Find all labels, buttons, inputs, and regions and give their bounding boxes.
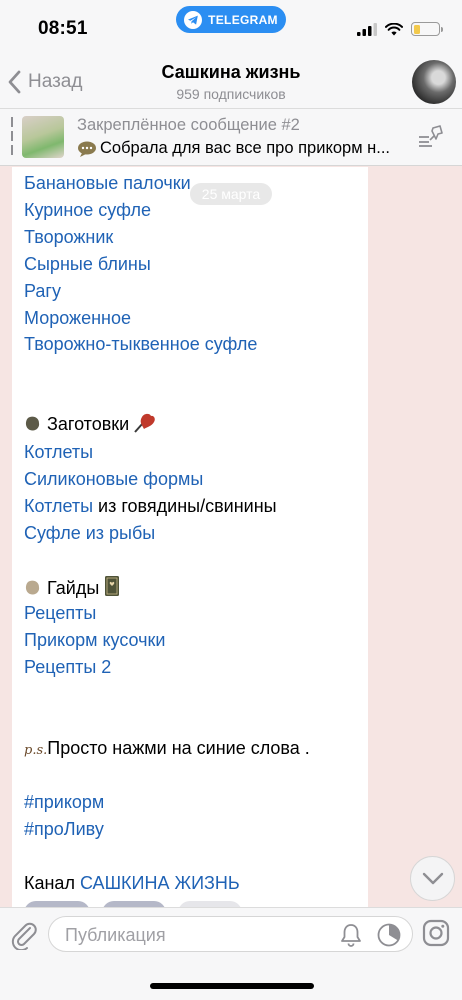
channel-avatar[interactable]	[412, 60, 456, 104]
pin-list-icon[interactable]	[418, 125, 444, 147]
channel-link[interactable]: САШКИНА ЖИЗНЬ	[80, 873, 240, 893]
pinned-indicator	[11, 117, 13, 159]
pinned-title: Закреплённое сообщение #2	[77, 116, 300, 134]
link-recipe[interactable]: Банановые палочки	[24, 172, 191, 194]
section-preps-heading: Заготовки	[24, 413, 156, 435]
status-time: 08:51	[38, 18, 88, 39]
bell-icon[interactable]	[340, 923, 362, 947]
instagram-icon[interactable]	[422, 919, 450, 947]
ps-mark: p.s.	[24, 743, 48, 758]
nav-header: Назад Сашкина жизнь 959 подписчиков	[0, 58, 462, 108]
speech-bubble-icon	[78, 141, 96, 157]
message-input-field[interactable]	[48, 916, 413, 952]
book-icon	[105, 576, 120, 596]
section-guides-label: Гайды	[47, 578, 100, 598]
status-bar: 08:51 TELEGRAM	[0, 0, 462, 58]
status-icons	[357, 20, 443, 38]
link-recipe[interactable]: Куриное суфле	[24, 199, 151, 221]
hashtag-link[interactable]: #прикорм	[24, 791, 104, 813]
blob-icon	[25, 580, 40, 595]
channel-line: Канал САШКИНА ЖИЗНЬ	[24, 872, 240, 894]
pinned-thumbnail	[22, 116, 64, 158]
ps-text: Просто нажми на синие слова .	[47, 738, 310, 758]
subscriber-count: 959 подписчиков	[176, 86, 286, 102]
link-prep[interactable]: Силиконовые формы	[24, 468, 203, 490]
ps-line: p.s.Просто нажми на синие слова .	[24, 737, 310, 762]
battery-icon	[411, 22, 443, 36]
home-indicator	[150, 983, 314, 989]
telegram-icon	[184, 10, 203, 29]
blob-icon	[25, 416, 40, 431]
link-recipe[interactable]: Рагу	[24, 280, 61, 302]
paperclip-icon[interactable]	[10, 918, 38, 950]
link-prep[interactable]: Суфле из рыбы	[24, 522, 155, 544]
section-preps-label: Заготовки	[47, 414, 130, 434]
telegram-pill[interactable]: TELEGRAM	[176, 6, 286, 33]
message-bubble: Банановые палочки Куриное суфле Творожни…	[12, 167, 368, 907]
timer-icon[interactable]	[376, 922, 402, 948]
link-recipe[interactable]: Мороженное	[24, 307, 131, 329]
link-recipe[interactable]: Сырные блины	[24, 253, 151, 275]
link-recipe[interactable]: Творожник	[24, 226, 113, 248]
prep-text: из говядины/свинины	[93, 496, 277, 516]
link-recipe[interactable]: Творожно-тыквенное суфле	[24, 333, 257, 355]
link-guide[interactable]: Рецепты	[24, 602, 96, 624]
date-pill: 25 марта	[190, 183, 272, 205]
link-prep[interactable]: Котлеты	[24, 496, 93, 516]
section-guides-heading: Гайды	[24, 575, 120, 599]
channel-prefix: Канал	[24, 873, 80, 893]
channel-title[interactable]: Сашкина жизнь	[0, 62, 462, 83]
telegram-pill-label: TELEGRAM	[208, 12, 278, 27]
chevron-down-icon	[422, 872, 443, 884]
battery-level	[413, 24, 420, 34]
pinned-text-row: Собрала для вас все про прикорм н...	[77, 139, 422, 158]
link-guide[interactable]: Прикорм кусочки	[24, 629, 165, 651]
scroll-down-button[interactable]	[410, 856, 455, 901]
link-prep[interactable]: Котлеты	[24, 441, 93, 463]
message-input[interactable]	[65, 923, 315, 947]
signal-icon	[357, 22, 377, 36]
link-guide[interactable]: Рецепты 2	[24, 656, 111, 678]
pinned-text: Собрала для вас все про прикорм н...	[100, 139, 390, 157]
prep-line: Котлеты из говядины/свинины	[24, 495, 277, 517]
hashtag-link[interactable]: #проЛиву	[24, 818, 104, 840]
heart-icon	[134, 413, 156, 433]
wifi-icon	[385, 22, 403, 35]
pinned-message-bar[interactable]: Закреплённое сообщение #2 Собрала для ва…	[0, 108, 462, 166]
